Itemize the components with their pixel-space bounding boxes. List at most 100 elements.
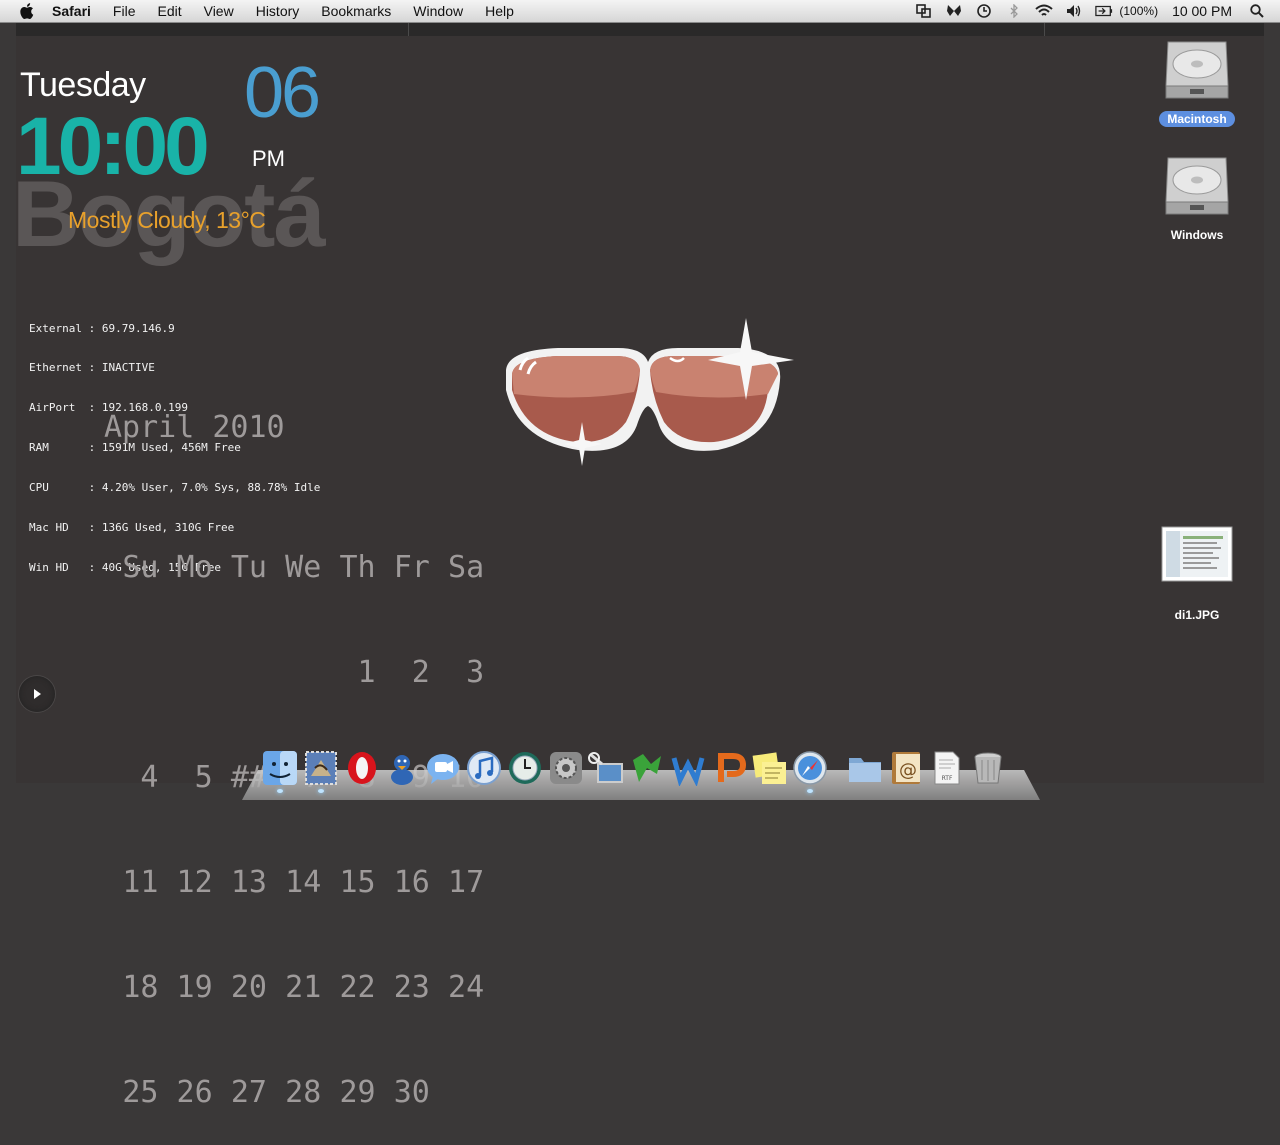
calendar-day: 2 bbox=[411, 655, 430, 690]
calendar-day: 12 bbox=[176, 865, 213, 900]
gear-icon bbox=[549, 752, 582, 784]
dock-mail[interactable] bbox=[303, 750, 339, 793]
rtf-document-icon: RTF bbox=[934, 751, 960, 785]
finder-icon bbox=[263, 751, 297, 785]
dock-stickies[interactable] bbox=[752, 750, 788, 786]
calendar-day: 22 bbox=[339, 970, 376, 1005]
calendar-day: 18 bbox=[122, 970, 159, 1005]
menu-history[interactable]: History bbox=[256, 3, 300, 19]
dock-safari[interactable] bbox=[792, 750, 828, 793]
dock-ichat[interactable] bbox=[425, 750, 461, 786]
time-machine-icon[interactable] bbox=[975, 3, 993, 19]
dock-powerpoint[interactable] bbox=[711, 750, 747, 786]
calendar-weekday-row: Su Mo Tu We Th Fr Sa bbox=[14, 515, 484, 585]
windows-hd-label: Windows bbox=[1170, 228, 1224, 242]
menubar-clock[interactable]: 10 00 PM bbox=[1172, 3, 1232, 19]
menu-window[interactable]: Window bbox=[413, 3, 463, 19]
svg-text:@: @ bbox=[899, 760, 917, 781]
dock-time-machine[interactable] bbox=[507, 750, 543, 786]
calendar-day: 11 bbox=[122, 865, 159, 900]
weekday-label: Fr bbox=[393, 550, 430, 585]
image-thumbnail-icon bbox=[1161, 526, 1233, 582]
opera-icon bbox=[347, 752, 376, 784]
dock-applications-folder[interactable] bbox=[847, 750, 883, 786]
volume-icon[interactable] bbox=[1065, 3, 1083, 19]
excel-icon bbox=[633, 754, 662, 782]
menu-view[interactable]: View bbox=[204, 3, 234, 19]
calendar-day: 15 bbox=[339, 865, 376, 900]
weekday-label: Mo bbox=[176, 550, 213, 585]
bluetooth-icon[interactable] bbox=[1005, 3, 1023, 19]
dock-trash[interactable] bbox=[970, 750, 1006, 786]
calendar-day: 29 bbox=[339, 1075, 376, 1110]
play-button[interactable] bbox=[19, 676, 55, 712]
menu-edit[interactable]: Edit bbox=[157, 3, 181, 19]
running-indicator bbox=[277, 789, 283, 793]
folder-icon bbox=[849, 758, 882, 782]
apple-menu-icon[interactable] bbox=[18, 1, 38, 21]
wifi-icon[interactable] bbox=[1035, 3, 1054, 19]
calendar-day: 5 bbox=[194, 760, 213, 795]
menu-app-safari[interactable]: Safari bbox=[52, 3, 91, 19]
calendar-day: 13 bbox=[230, 865, 267, 900]
address-book-icon: @ bbox=[891, 752, 920, 784]
duck-icon bbox=[391, 755, 414, 785]
calendar-day: 20 bbox=[230, 970, 267, 1005]
macintosh-hd-label: Macintosh bbox=[1159, 111, 1235, 127]
calendar-week-row: 18 19 20 21 22 23 24 bbox=[14, 935, 484, 1005]
dock: @ RTF bbox=[262, 746, 1010, 793]
sync-icon[interactable] bbox=[915, 3, 933, 19]
di1-jpg-file-icon[interactable]: di1.JPG bbox=[1152, 526, 1242, 624]
dock-excel[interactable] bbox=[629, 750, 665, 786]
battery-percent: (100%) bbox=[1119, 4, 1159, 18]
dock-address-book[interactable]: @ bbox=[888, 750, 924, 786]
calendar-day: 25 bbox=[122, 1075, 159, 1110]
dock-word[interactable] bbox=[670, 750, 706, 787]
dock-system-preferences[interactable] bbox=[548, 750, 584, 786]
macintosh-hd-icon[interactable]: Macintosh bbox=[1152, 36, 1242, 128]
menu-file[interactable]: File bbox=[113, 3, 136, 19]
calendar-day: 3 bbox=[466, 655, 485, 690]
di1-jpg-label: di1.JPG bbox=[1174, 608, 1220, 622]
date-number: 06 bbox=[244, 53, 321, 133]
sunglasses-wallpaper-art bbox=[506, 318, 794, 466]
dock-remote-desktop[interactable] bbox=[588, 750, 624, 786]
play-icon bbox=[34, 689, 41, 699]
spotlight-search-icon[interactable] bbox=[1248, 3, 1266, 19]
weekday-label: Th bbox=[339, 550, 376, 585]
calendar-day: 27 bbox=[230, 1075, 267, 1110]
trash-icon bbox=[974, 752, 1002, 784]
weekday-label: We bbox=[285, 550, 322, 585]
weekday-label: Su bbox=[122, 550, 159, 585]
calendar-widget: April 2010 SuMoTuWeThFrSa 123 45##78910 … bbox=[14, 410, 484, 1110]
menu-bookmarks[interactable]: Bookmarks bbox=[321, 3, 391, 19]
battery-icon[interactable] bbox=[1095, 3, 1113, 19]
dock-adium[interactable] bbox=[384, 750, 420, 786]
dock-itunes[interactable] bbox=[466, 750, 502, 786]
window-title-strip bbox=[16, 23, 1264, 37]
calendar-day: 17 bbox=[448, 865, 485, 900]
dock-opera[interactable] bbox=[344, 750, 380, 786]
ampm-label: PM bbox=[252, 146, 285, 171]
menu-bar: Safari File Edit View History Bookmarks … bbox=[0, 0, 1280, 23]
stickies-icon bbox=[752, 752, 786, 784]
calendar-day: 14 bbox=[285, 865, 322, 900]
satellite-icon bbox=[588, 752, 624, 783]
time-display: 10:00 bbox=[16, 101, 210, 192]
word-icon bbox=[671, 757, 705, 787]
weather-text: Mostly Cloudy, 13°C bbox=[68, 207, 266, 233]
menu-help[interactable]: Help bbox=[485, 3, 514, 19]
butterfly-icon[interactable] bbox=[945, 3, 963, 19]
powerpoint-icon bbox=[717, 753, 746, 782]
sysinfo-external: External : 69.79.146.9 bbox=[29, 321, 175, 335]
dock-finder[interactable] bbox=[262, 750, 298, 793]
windows-hd-icon[interactable]: Windows bbox=[1152, 152, 1242, 244]
safari-compass-icon bbox=[793, 751, 828, 785]
running-indicator bbox=[317, 789, 324, 793]
calendar-day: 16 bbox=[393, 865, 430, 900]
svg-text:RTF: RTF bbox=[941, 775, 952, 782]
calendar-day: 28 bbox=[285, 1075, 322, 1110]
mail-stamp-icon bbox=[304, 751, 337, 785]
calendar-day: 4 bbox=[140, 760, 159, 795]
dock-rtf-document[interactable]: RTF bbox=[929, 750, 965, 786]
